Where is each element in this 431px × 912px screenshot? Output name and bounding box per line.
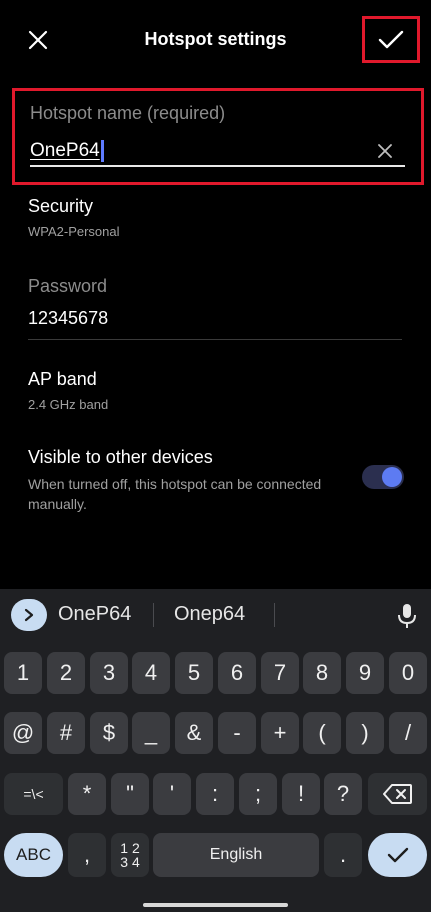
key-plus[interactable]: + [261, 712, 299, 754]
key-dollar[interactable]: $ [90, 712, 128, 754]
save-button[interactable] [362, 16, 420, 63]
key-underscore[interactable]: _ [132, 712, 170, 754]
key-ampersand[interactable]: & [175, 712, 213, 754]
key-6[interactable]: 6 [218, 652, 256, 694]
hotspot-name-input[interactable]: OneP64 [30, 137, 405, 167]
key-9[interactable]: 9 [346, 652, 384, 694]
key-asterisk[interactable]: * [68, 773, 106, 815]
suggestion-1[interactable]: OneP64 [58, 603, 131, 626]
microphone-icon[interactable] [396, 603, 418, 629]
key-close-paren[interactable]: ) [346, 712, 384, 754]
key-7[interactable]: 7 [261, 652, 299, 694]
backspace-icon [382, 784, 412, 804]
toggle-knob [382, 467, 402, 487]
suggestion-divider [274, 603, 275, 627]
backspace-key[interactable] [368, 773, 427, 815]
key-1[interactable]: 1 [4, 652, 42, 694]
key-3[interactable]: 3 [90, 652, 128, 694]
hotspot-name-field: Hotspot name (required) OneP64 [12, 88, 424, 185]
key-question[interactable]: ? [324, 773, 362, 815]
key-exclamation[interactable]: ! [282, 773, 320, 815]
key-comma[interactable]: , [68, 833, 106, 877]
ap-band-title: AP band [28, 369, 97, 389]
abc-key[interactable]: ABC [4, 833, 63, 877]
gesture-navigation-bar[interactable] [143, 903, 288, 907]
visible-toggle[interactable] [362, 465, 404, 489]
enter-key[interactable] [368, 833, 427, 877]
suggestion-2[interactable]: Onep64 [174, 603, 245, 626]
hotspot-name-value: OneP64 [30, 140, 100, 161]
key-0[interactable]: 0 [389, 652, 427, 694]
checkmark-icon [378, 30, 404, 48]
visible-description: When turned off, this hotspot can be con… [28, 476, 322, 512]
password-input[interactable]: 12345678 [28, 308, 402, 340]
top-app-bar: Hotspot settings [0, 0, 431, 80]
security-title: Security [28, 196, 94, 216]
checkmark-icon [387, 847, 408, 863]
key-at[interactable]: @ [4, 712, 42, 754]
clear-icon[interactable] [375, 141, 395, 161]
ap-band-value: 2.4 GHz band [28, 397, 109, 412]
key-slash[interactable]: / [389, 712, 427, 754]
key-colon[interactable]: : [196, 773, 234, 815]
password-value: 12345678 [28, 308, 109, 328]
password-label: Password [28, 276, 108, 296]
suggestion-bar: OneP64 Onep64 [0, 589, 431, 641]
key-double-quote[interactable]: " [111, 773, 149, 815]
numpad-key[interactable]: 1 2 3 4 [111, 833, 149, 877]
key-hash[interactable]: # [47, 712, 85, 754]
on-screen-keyboard: OneP64 Onep64 1 2 3 4 5 6 7 8 9 0 @ # $ … [0, 589, 431, 912]
key-2[interactable]: 2 [47, 652, 85, 694]
key-minus[interactable]: - [218, 712, 256, 754]
key-semicolon[interactable]: ; [239, 773, 277, 815]
chevron-right-icon [24, 608, 34, 622]
text-cursor [100, 140, 104, 162]
security-value: WPA2-Personal [28, 224, 120, 239]
suggestion-divider [153, 603, 154, 627]
visible-title: Visible to other devices [28, 447, 213, 467]
space-key[interactable]: English [153, 833, 319, 877]
key-8[interactable]: 8 [303, 652, 341, 694]
toolbar-expand-button[interactable] [11, 599, 47, 631]
key-open-paren[interactable]: ( [303, 712, 341, 754]
hotspot-name-label: Hotspot name (required) [30, 103, 226, 123]
key-5[interactable]: 5 [175, 652, 213, 694]
key-single-quote[interactable]: ' [153, 773, 191, 815]
key-4[interactable]: 4 [132, 652, 170, 694]
key-period[interactable]: . [324, 833, 362, 877]
key-more-symbols[interactable]: =\< [4, 773, 63, 815]
